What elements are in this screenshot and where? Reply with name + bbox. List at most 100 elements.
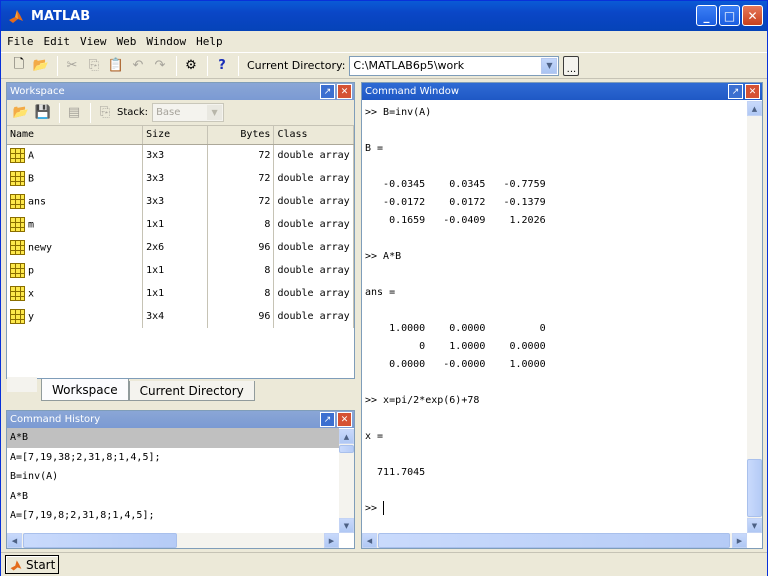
scroll-right-icon[interactable]: ▶ bbox=[324, 533, 339, 548]
table-row[interactable]: newy 2x6 96 double array bbox=[7, 236, 354, 259]
simulink-icon[interactable]: ⚙ bbox=[181, 56, 201, 76]
delete-icon[interactable]: ⎘ bbox=[95, 103, 115, 123]
menu-window[interactable]: Window bbox=[146, 35, 186, 48]
table-row[interactable]: m 1x1 8 double array bbox=[7, 213, 354, 236]
list-item[interactable]: A=[7,19,8;2,31,8;1,4,5]; bbox=[7, 506, 339, 526]
help-icon[interactable]: ? bbox=[212, 56, 232, 76]
column-class[interactable]: Class bbox=[273, 126, 354, 145]
open-folder-icon[interactable]: 📂 bbox=[11, 103, 31, 123]
paste-icon[interactable]: 📋 bbox=[106, 56, 126, 76]
cell-bytes: 96 bbox=[207, 236, 275, 259]
stack-select[interactable]: Base ▼ bbox=[152, 103, 225, 122]
history-hscroll[interactable]: ◀ ▶ bbox=[7, 533, 339, 548]
menu-view[interactable]: View bbox=[80, 35, 107, 48]
undock-icon[interactable]: ↗ bbox=[320, 84, 335, 99]
workspace-hscroll[interactable] bbox=[7, 377, 37, 392]
new-file-icon[interactable]: 🗋 bbox=[9, 56, 29, 76]
menu-web[interactable]: Web bbox=[117, 35, 137, 48]
table-row[interactable]: y 3x4 96 double array bbox=[7, 305, 354, 328]
variable-name: ans bbox=[28, 196, 47, 208]
command-line: -0.0345 0.0345 -0.7759 bbox=[365, 179, 546, 190]
command-prompt[interactable]: >> bbox=[362, 500, 747, 518]
cell-class: double array bbox=[273, 213, 354, 236]
cell-name[interactable]: y bbox=[7, 305, 144, 328]
cell-name[interactable]: B bbox=[7, 167, 144, 190]
cell-name[interactable]: m bbox=[7, 213, 144, 236]
close-button[interactable]: ✕ bbox=[742, 5, 763, 26]
menu-help[interactable]: Help bbox=[196, 35, 223, 48]
save-icon[interactable]: 💾 bbox=[33, 103, 53, 123]
cell-name[interactable]: A bbox=[7, 144, 144, 167]
close-icon[interactable]: ✕ bbox=[337, 84, 352, 99]
cell-size: 1x1 bbox=[142, 259, 208, 282]
title-bar[interactable]: MATLAB _ □ ✕ bbox=[1, 1, 767, 31]
chevron-down-icon[interactable]: ▼ bbox=[207, 105, 223, 120]
current-directory-label: Current Directory: bbox=[247, 59, 346, 72]
list-item[interactable]: A*B bbox=[7, 428, 339, 448]
scroll-up-icon[interactable]: ▲ bbox=[747, 101, 762, 116]
redo-icon[interactable]: ↷ bbox=[150, 56, 170, 76]
scroll-left-icon[interactable]: ◀ bbox=[7, 533, 22, 548]
command-line bbox=[362, 374, 747, 392]
undock-icon[interactable]: ↗ bbox=[728, 84, 743, 99]
menu-edit[interactable]: Edit bbox=[44, 35, 71, 48]
scroll-left-icon[interactable]: ◀ bbox=[362, 533, 377, 548]
column-bytes[interactable]: Bytes bbox=[207, 126, 275, 145]
cell-class: double array bbox=[273, 259, 354, 282]
command-vscroll[interactable]: ▲ ▼ bbox=[747, 101, 762, 533]
cell-bytes: 8 bbox=[207, 213, 275, 236]
command-line bbox=[362, 122, 747, 140]
start-button[interactable]: Start bbox=[5, 555, 59, 574]
cell-name[interactable]: p bbox=[7, 259, 144, 282]
scroll-right-icon[interactable]: ▶ bbox=[732, 533, 747, 548]
table-row[interactable]: A 3x3 72 double array bbox=[7, 144, 354, 167]
close-icon[interactable]: ✕ bbox=[337, 412, 352, 427]
cell-class: double array bbox=[273, 190, 354, 213]
menu-file[interactable]: File bbox=[7, 35, 34, 48]
scroll-thumb[interactable] bbox=[339, 445, 354, 453]
cell-name[interactable]: ans bbox=[7, 190, 144, 213]
chevron-down-icon[interactable]: ▼ bbox=[541, 57, 558, 74]
scroll-down-icon[interactable]: ▼ bbox=[339, 518, 354, 533]
array-icon bbox=[10, 286, 25, 301]
column-name[interactable]: Name bbox=[7, 126, 144, 145]
current-directory-select[interactable]: C:\MATLAB6p5\work ▼ bbox=[349, 55, 560, 76]
copy-icon[interactable]: ⎘ bbox=[84, 56, 104, 76]
cell-class: double array bbox=[273, 305, 354, 328]
scroll-up-icon[interactable]: ▲ bbox=[339, 429, 354, 444]
undo-icon[interactable]: ↶ bbox=[128, 56, 148, 76]
command-hscroll[interactable]: ◀ ▶ bbox=[362, 533, 747, 548]
scroll-down-icon[interactable]: ▼ bbox=[747, 518, 762, 533]
open-folder-icon[interactable]: 📂 bbox=[31, 56, 51, 76]
scroll-thumb[interactable] bbox=[747, 459, 762, 517]
command-output[interactable]: >> B=inv(A) B = -0.0345 0.0345 -0.7759 -0… bbox=[362, 100, 747, 530]
list-item[interactable]: A*B bbox=[7, 487, 339, 507]
array-icon bbox=[10, 240, 25, 255]
scroll-thumb[interactable] bbox=[378, 533, 730, 548]
minimize-button[interactable]: _ bbox=[696, 5, 717, 26]
cell-size: 3x4 bbox=[142, 305, 208, 328]
table-row[interactable]: ans 3x3 72 double array bbox=[7, 190, 354, 213]
close-icon[interactable]: ✕ bbox=[745, 84, 760, 99]
table-row[interactable]: B 3x3 72 double array bbox=[7, 167, 354, 190]
tab-workspace[interactable]: Workspace bbox=[41, 379, 129, 401]
array-icon bbox=[10, 309, 25, 324]
command-line bbox=[362, 446, 747, 464]
command-window-panel: Command Window ↗ ✕ >> B=inv(A) B = -0.034… bbox=[361, 82, 763, 549]
table-row[interactable]: p 1x1 8 double array bbox=[7, 259, 354, 282]
scroll-thumb[interactable] bbox=[23, 533, 177, 548]
cut-icon[interactable]: ✂ bbox=[62, 56, 82, 76]
cell-name[interactable]: x bbox=[7, 282, 144, 305]
browse-directory-button[interactable]: ... bbox=[563, 55, 580, 76]
column-size[interactable]: Size bbox=[142, 126, 208, 145]
maximize-button[interactable]: □ bbox=[719, 5, 740, 26]
history-vscroll[interactable]: ▲ ▼ bbox=[339, 429, 354, 533]
table-row[interactable]: x 1x1 8 double array bbox=[7, 282, 354, 305]
cell-name[interactable]: newy bbox=[7, 236, 144, 259]
open-variable-icon[interactable]: ▤ bbox=[64, 103, 84, 123]
history-header: Command History ↗ ✕ bbox=[7, 411, 354, 428]
tab-current-directory[interactable]: Current Directory bbox=[128, 381, 255, 401]
list-item[interactable]: A=[7,19,38;2,31,8;1,4,5]; bbox=[7, 448, 339, 468]
list-item[interactable]: B=inv(A) bbox=[7, 467, 339, 487]
undock-icon[interactable]: ↗ bbox=[320, 412, 335, 427]
